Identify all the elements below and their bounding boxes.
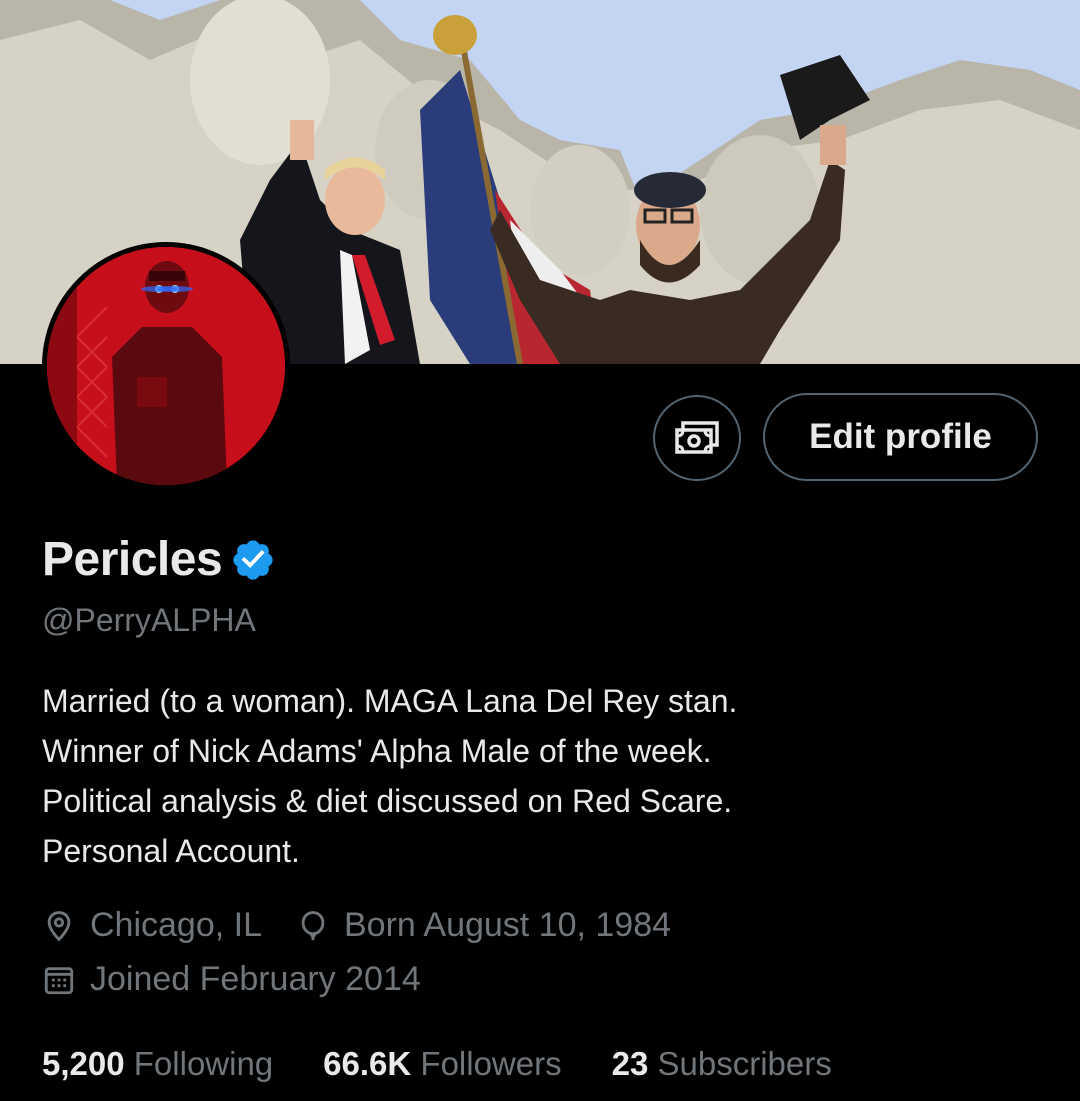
location-pin-icon: [47, 910, 71, 941]
followers-label: Followers: [420, 1045, 562, 1082]
bio-line: Winner of Nick Adams' Alpha Male of the …: [42, 733, 712, 769]
balloon-icon: [301, 910, 325, 940]
birthday-text: Born August 10, 1984: [344, 906, 672, 944]
subscribers-label: Subscribers: [657, 1045, 832, 1082]
bio-line: Personal Account.: [42, 833, 300, 869]
money-button[interactable]: [653, 395, 741, 481]
money-icon: [675, 421, 719, 454]
followers-link[interactable]: 66.6K Followers: [323, 1045, 561, 1083]
profile-stats: 5,200 Following 66.6K Followers 23 Subsc…: [42, 1045, 882, 1083]
joined-text: Joined February 2014: [90, 960, 421, 998]
location-text: Chicago, IL: [90, 906, 262, 944]
joined-item: Joined February 2014: [42, 960, 421, 999]
name-row: Pericles: [42, 532, 276, 587]
bio: Married (to a woman). MAGA Lana Del Rey …: [42, 676, 1042, 876]
location-item: Chicago, IL: [42, 906, 262, 945]
followers-count: 66.6K: [323, 1045, 412, 1082]
birthday-item: Born August 10, 1984: [296, 906, 671, 945]
profile-meta-row: Joined February 2014: [42, 960, 455, 999]
calendar-icon: [44, 966, 74, 994]
following-link[interactable]: 5,200 Following: [42, 1045, 273, 1083]
profile-meta-row: Chicago, IL Born August 10, 1984: [42, 906, 705, 945]
display-name: Pericles: [42, 533, 223, 586]
following-count: 5,200: [42, 1045, 125, 1082]
subscribers-link[interactable]: 23 Subscribers: [612, 1045, 832, 1083]
avatar-image: [47, 247, 285, 485]
profile-avatar[interactable]: [42, 242, 290, 490]
verified-badge-icon[interactable]: [230, 537, 276, 583]
edit-profile-button[interactable]: Edit profile: [763, 393, 1038, 481]
bio-line: Political analysis & diet discussed on R…: [42, 783, 733, 819]
following-label: Following: [133, 1045, 274, 1082]
handle: @PerryALPHA: [42, 602, 256, 638]
subscribers-count: 23: [611, 1045, 649, 1082]
bio-line: Married (to a woman). MAGA Lana Del Rey …: [42, 683, 738, 719]
